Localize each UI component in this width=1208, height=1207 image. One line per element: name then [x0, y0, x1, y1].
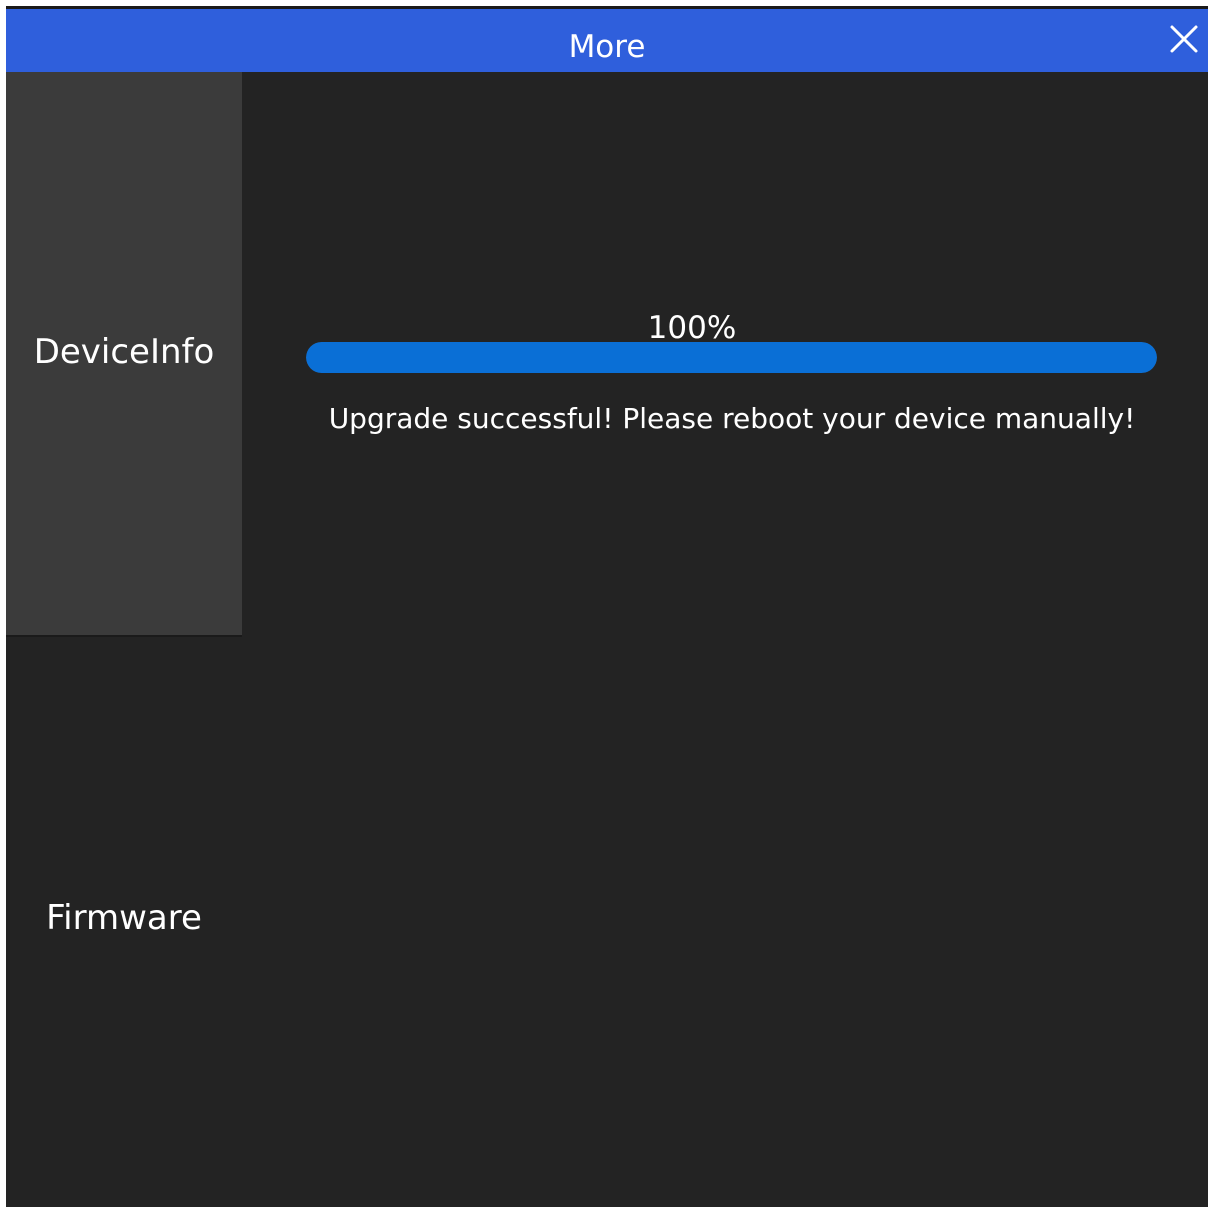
progress-fill [306, 342, 1157, 373]
title-bar: More [6, 6, 1208, 72]
close-button[interactable] [1164, 19, 1204, 59]
more-dialog: More DeviceInfo Firmware 100% Upgrade su… [6, 6, 1208, 1207]
sidebar-item-deviceinfo[interactable]: DeviceInfo [6, 72, 242, 637]
sidebar-item-firmware[interactable]: Firmware [6, 638, 242, 1207]
sidebar-item-label: Firmware [46, 897, 202, 938]
sidebar-item-label: DeviceInfo [33, 331, 215, 372]
dialog-title: More [568, 29, 646, 65]
upgrade-status-message: Upgrade successful! Please reboot your d… [328, 402, 1136, 435]
close-icon [1170, 25, 1198, 53]
progress-bar [306, 342, 1157, 373]
firmware-upgrade-panel: 100% Upgrade successful! Please reboot y… [242, 72, 1208, 1207]
sidebar: DeviceInfo Firmware [6, 72, 242, 1207]
